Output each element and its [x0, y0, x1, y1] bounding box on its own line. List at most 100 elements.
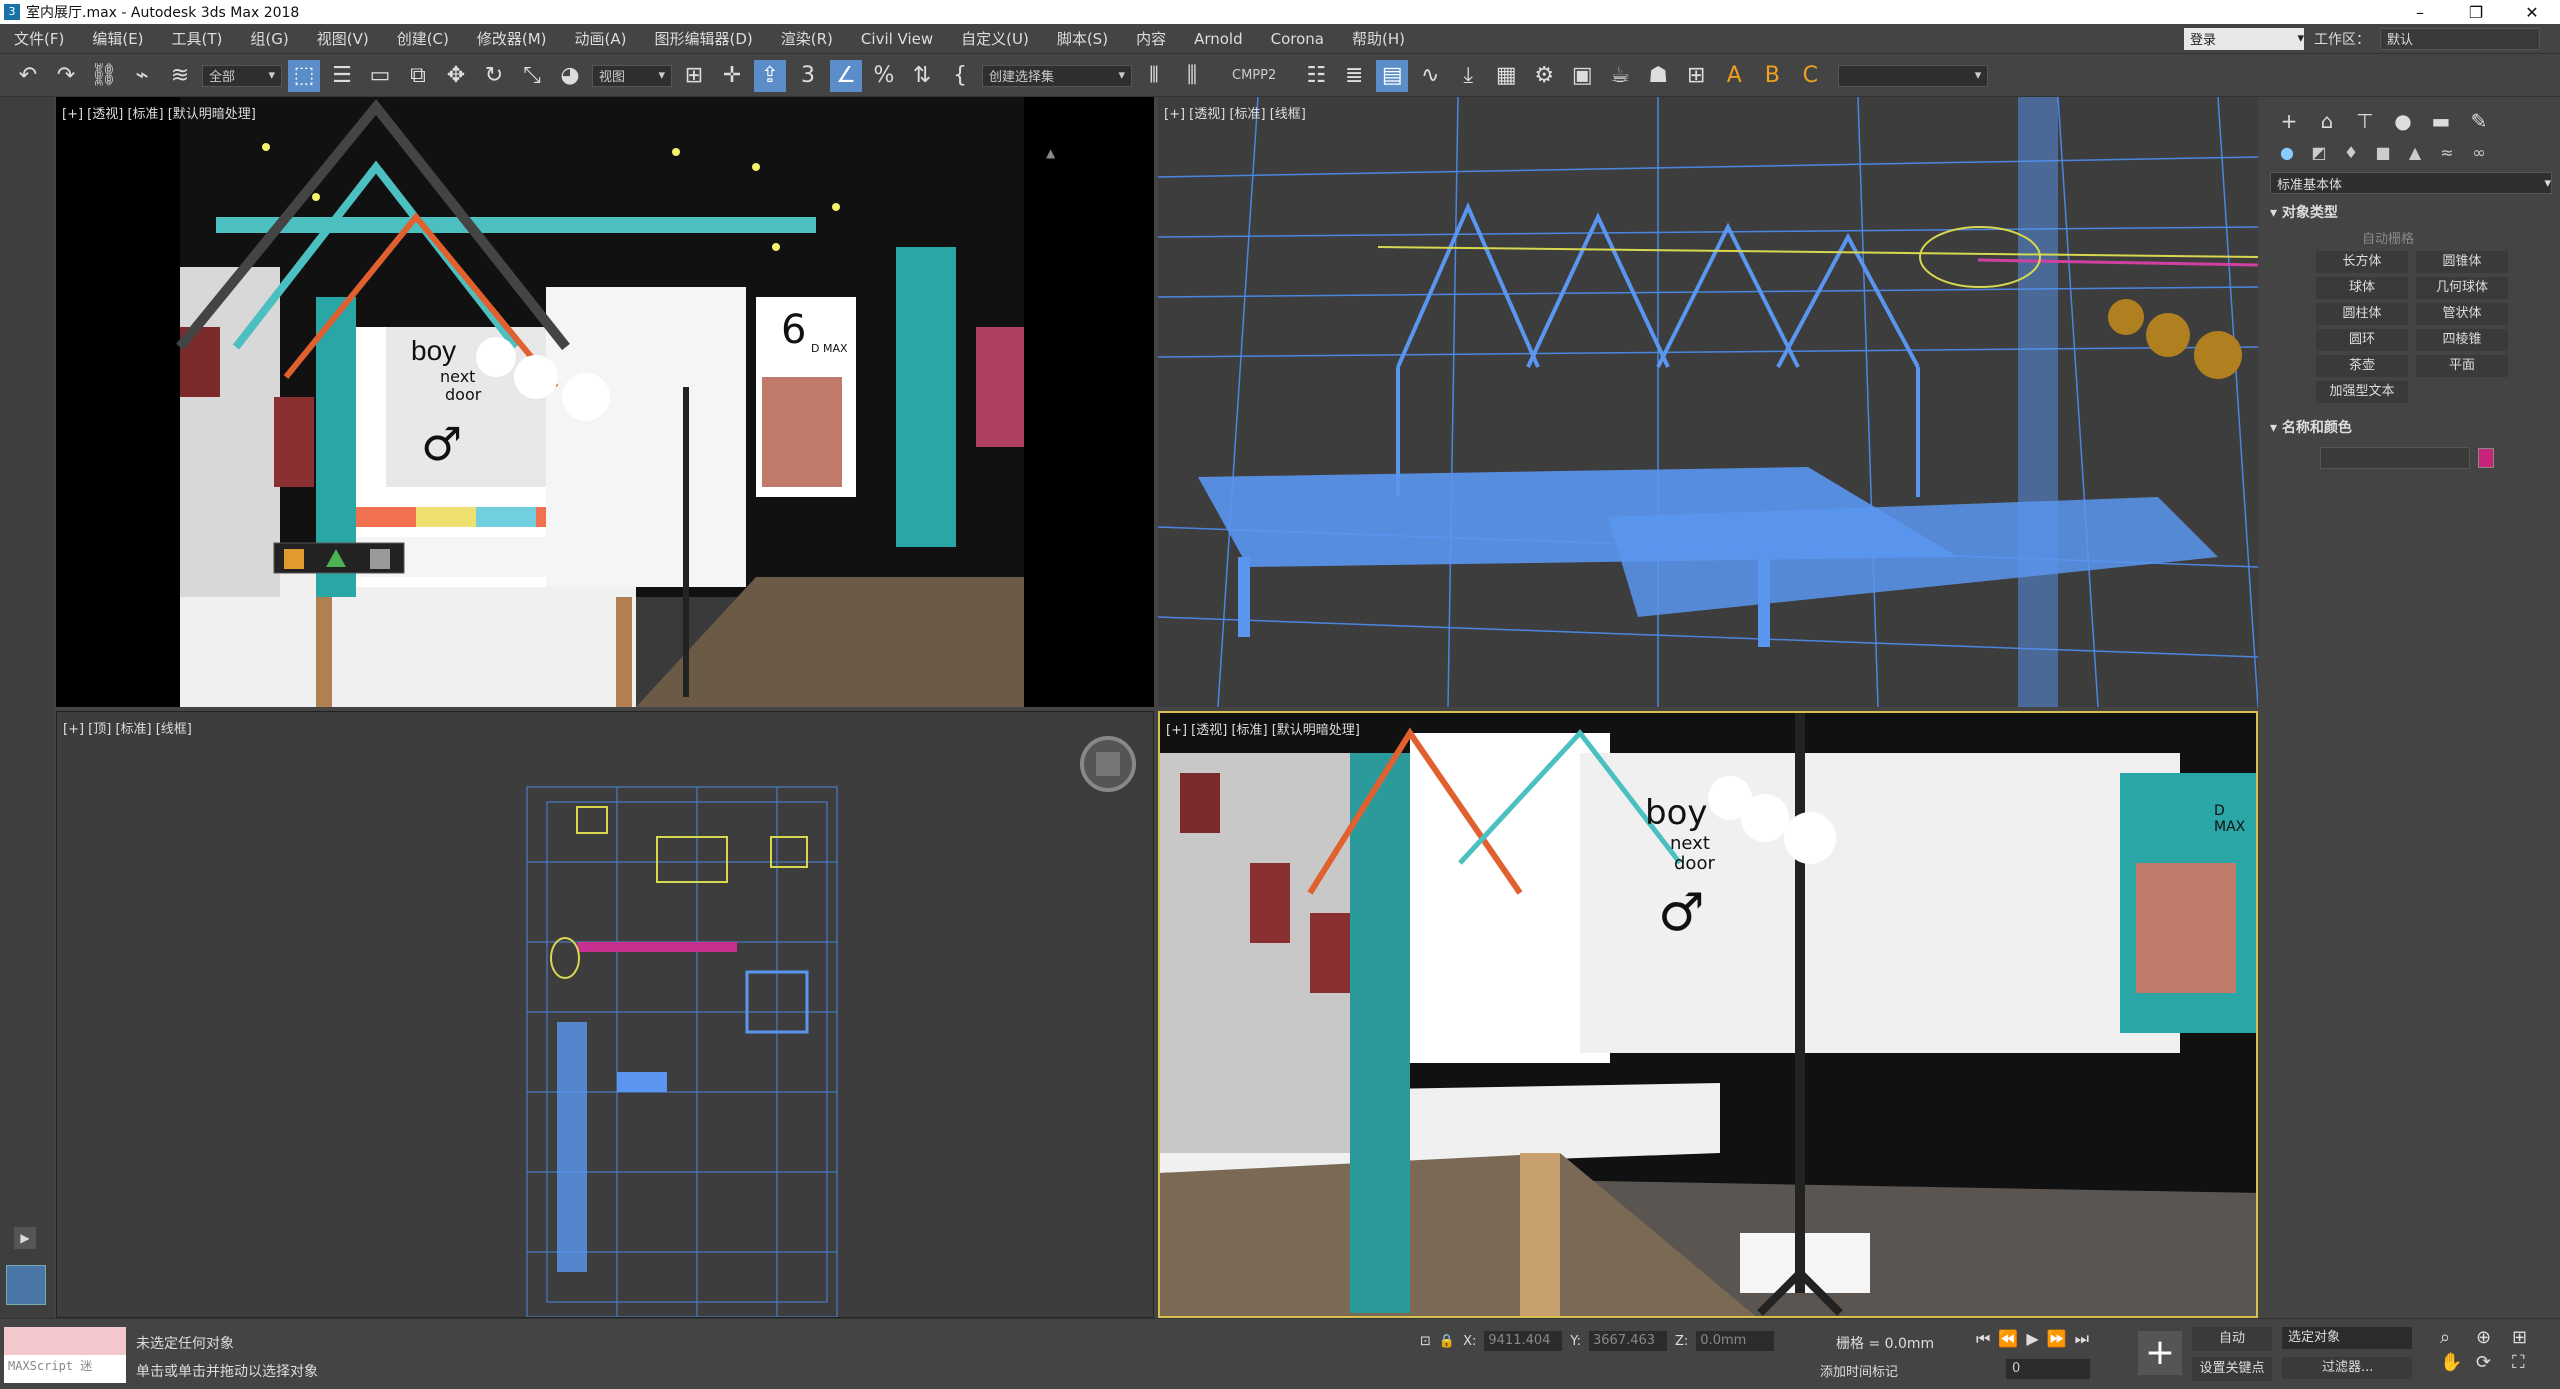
current-frame-field[interactable]: 0	[2006, 1359, 2090, 1379]
viewport-top-right[interactable]: [+] [透视] [标准] [线框]	[1158, 97, 2258, 707]
redo-icon[interactable]: ↷	[50, 60, 82, 92]
sphere-button[interactable]: 球体	[2316, 277, 2408, 299]
rect-selection-icon[interactable]: ▭	[364, 60, 396, 92]
select-by-name-icon[interactable]: ☰	[326, 60, 358, 92]
bind-space-warp-icon[interactable]: ≋	[164, 60, 196, 92]
unlink-icon[interactable]: ⌁	[126, 60, 158, 92]
menu-file[interactable]: 文件(F)	[0, 28, 78, 49]
go-to-end-icon[interactable]: ⏭	[2075, 1329, 2089, 1349]
viewport-bottom-right[interactable]: [+] [透视] [标准] [默认明暗处理] boy next door ♂ D…	[1158, 711, 2258, 1318]
edit-named-sets-icon[interactable]: {	[944, 60, 976, 92]
arnold-render-icon[interactable]: B	[1756, 60, 1788, 92]
shapes-icon[interactable]: ◩	[2308, 143, 2330, 162]
workspace-dropdown[interactable]: 默认	[2380, 27, 2540, 50]
arnold-icon[interactable]: A	[1718, 60, 1750, 92]
keyboard-shortcut-icon[interactable]: ⇪	[754, 59, 786, 92]
rendered-frame-icon[interactable]: ▣	[1566, 60, 1598, 92]
link-icon[interactable]: ⛓	[88, 60, 120, 92]
place-icon[interactable]: ◕	[554, 60, 586, 92]
tube-button[interactable]: 管状体	[2416, 303, 2508, 325]
minimize-icon[interactable]: –	[2392, 3, 2448, 22]
geometry-icon[interactable]: ●	[2276, 143, 2298, 162]
box-button[interactable]: 长方体	[2316, 251, 2408, 273]
set-key-plus-icon[interactable]: +	[2138, 1331, 2182, 1375]
menu-content[interactable]: 内容	[1122, 28, 1180, 49]
select-manipulate-icon[interactable]: ✛	[716, 60, 748, 92]
zoom-extents-icon[interactable]: ⊞	[2512, 1327, 2542, 1348]
lights-icon[interactable]: ♦	[2340, 143, 2362, 162]
coord-system-dropdown[interactable]: 视图 ▾	[592, 64, 672, 87]
auto-key-button[interactable]: 自动	[2192, 1327, 2272, 1351]
undo-icon[interactable]: ↶	[12, 60, 44, 92]
login-dropdown[interactable]: 登录 ▾	[2184, 27, 2304, 50]
systems-icon[interactable]: ∞	[2468, 143, 2490, 162]
maxscript-input[interactable]	[4, 1327, 126, 1355]
add-time-tag[interactable]: 添加时间标记	[1820, 1361, 1898, 1380]
pyramid-button[interactable]: 四棱锥	[2416, 329, 2508, 351]
cylinder-button[interactable]: 圆柱体	[2316, 303, 2408, 325]
viewport-label[interactable]: [+] [透视] [标准] [默认明暗处理]	[62, 103, 256, 122]
percent-snap-icon[interactable]: %	[868, 60, 900, 92]
z-coordinate[interactable]: 0.0mm	[1696, 1331, 1775, 1351]
select-object-icon[interactable]: ⬚	[288, 59, 320, 92]
menu-help[interactable]: 帮助(H)	[1338, 28, 1419, 49]
schematic-view-icon[interactable]: ⤓	[1452, 60, 1484, 92]
viewport-bottom-left[interactable]: [+] [顶] [标准] [线框]	[56, 711, 1154, 1318]
menu-arnold[interactable]: Arnold	[1180, 30, 1257, 48]
menu-civil-view[interactable]: Civil View	[847, 30, 947, 48]
scale-icon[interactable]: ⤡	[516, 60, 548, 92]
menu-edit[interactable]: 编辑(E)	[78, 28, 157, 49]
render-setup-icon[interactable]: ⚙	[1528, 60, 1560, 92]
rollout-object-type[interactable]: ▾ 对象类型	[2270, 202, 2552, 222]
object-color-swatch[interactable]	[2478, 448, 2494, 468]
menu-graph-editors[interactable]: 图形编辑器(D)	[641, 28, 767, 49]
previous-frame-icon[interactable]: ⏪	[1998, 1329, 2018, 1349]
render-activeshade-icon[interactable]: ☗	[1642, 60, 1674, 92]
named-selection-dropdown[interactable]: 创建选择集 ▾	[982, 64, 1132, 87]
spinner-snap-icon[interactable]: ⇅	[906, 60, 938, 92]
selection-filter-dropdown[interactable]: 全部 ▾	[202, 64, 282, 87]
play-icon[interactable]: ▶	[14, 1227, 36, 1249]
snap-toggle-icon[interactable]: 3	[792, 60, 824, 92]
geosphere-button[interactable]: 几何球体	[2416, 277, 2508, 299]
menu-rendering[interactable]: 渲染(R)	[767, 28, 847, 49]
menu-modifiers[interactable]: 修改器(M)	[463, 28, 561, 49]
x-coordinate[interactable]: 9411.404	[1484, 1331, 1563, 1351]
autogrid-checkbox[interactable]: 自动栅格	[2362, 228, 2560, 247]
teapot-button[interactable]: 茶壶	[2316, 355, 2408, 377]
space-warps-icon[interactable]: ≈	[2436, 143, 2458, 162]
move-icon[interactable]: ✥	[440, 60, 472, 92]
menu-animation[interactable]: 动画(A)	[561, 28, 641, 49]
menu-view[interactable]: 视图(V)	[303, 28, 383, 49]
viewport-label[interactable]: [+] [透视] [标准] [线框]	[1164, 103, 1306, 122]
curve-editor-icon[interactable]: ∿	[1414, 60, 1446, 92]
window-crossing-icon[interactable]: ⧉	[402, 60, 434, 92]
pivot-icon[interactable]: ⊞	[678, 60, 710, 92]
viewport-label[interactable]: [+] [顶] [标准] [线框]	[63, 718, 192, 737]
lock-icon[interactable]: 🔒	[1439, 1334, 1455, 1349]
arnold-ipr-icon[interactable]: C	[1794, 60, 1826, 92]
viewport-layout-icon[interactable]	[6, 1265, 46, 1305]
cone-button[interactable]: 圆锥体	[2416, 251, 2508, 273]
render-production-icon[interactable]: ☕	[1604, 60, 1636, 92]
next-frame-icon[interactable]: ⏩	[2047, 1329, 2067, 1349]
mirror-icon[interactable]: ⫴	[1138, 60, 1170, 92]
modify-tab-icon[interactable]: ⌂	[2314, 109, 2340, 133]
maxscript-listener[interactable]: MAXScript 迷	[4, 1327, 126, 1383]
close-icon[interactable]: ✕	[2504, 3, 2560, 22]
cmpp2-label[interactable]: CMPP2	[1214, 68, 1294, 83]
toggle-ribbon-icon[interactable]: ▤	[1376, 59, 1409, 92]
helpers-icon[interactable]: ▲	[2404, 143, 2426, 162]
render-iterative-icon[interactable]: ⊞	[1680, 60, 1712, 92]
key-filters-button[interactable]: 过滤器...	[2282, 1357, 2412, 1379]
menu-group[interactable]: 组(G)	[236, 28, 302, 49]
zoom-icon[interactable]: ⌕	[2440, 1327, 2470, 1348]
align-icon[interactable]: ⫼	[1176, 60, 1208, 92]
motion-tab-icon[interactable]: ●	[2390, 109, 2416, 133]
orbit-icon[interactable]: ⟳	[2476, 1352, 2506, 1373]
hierarchy-tab-icon[interactable]: ⊤	[2352, 109, 2378, 133]
set-key-button[interactable]: 设置关键点	[2192, 1357, 2272, 1381]
display-tab-icon[interactable]: ▬	[2428, 109, 2454, 133]
menu-tools[interactable]: 工具(T)	[158, 28, 237, 49]
go-to-start-icon[interactable]: ⏮	[1976, 1329, 1990, 1349]
